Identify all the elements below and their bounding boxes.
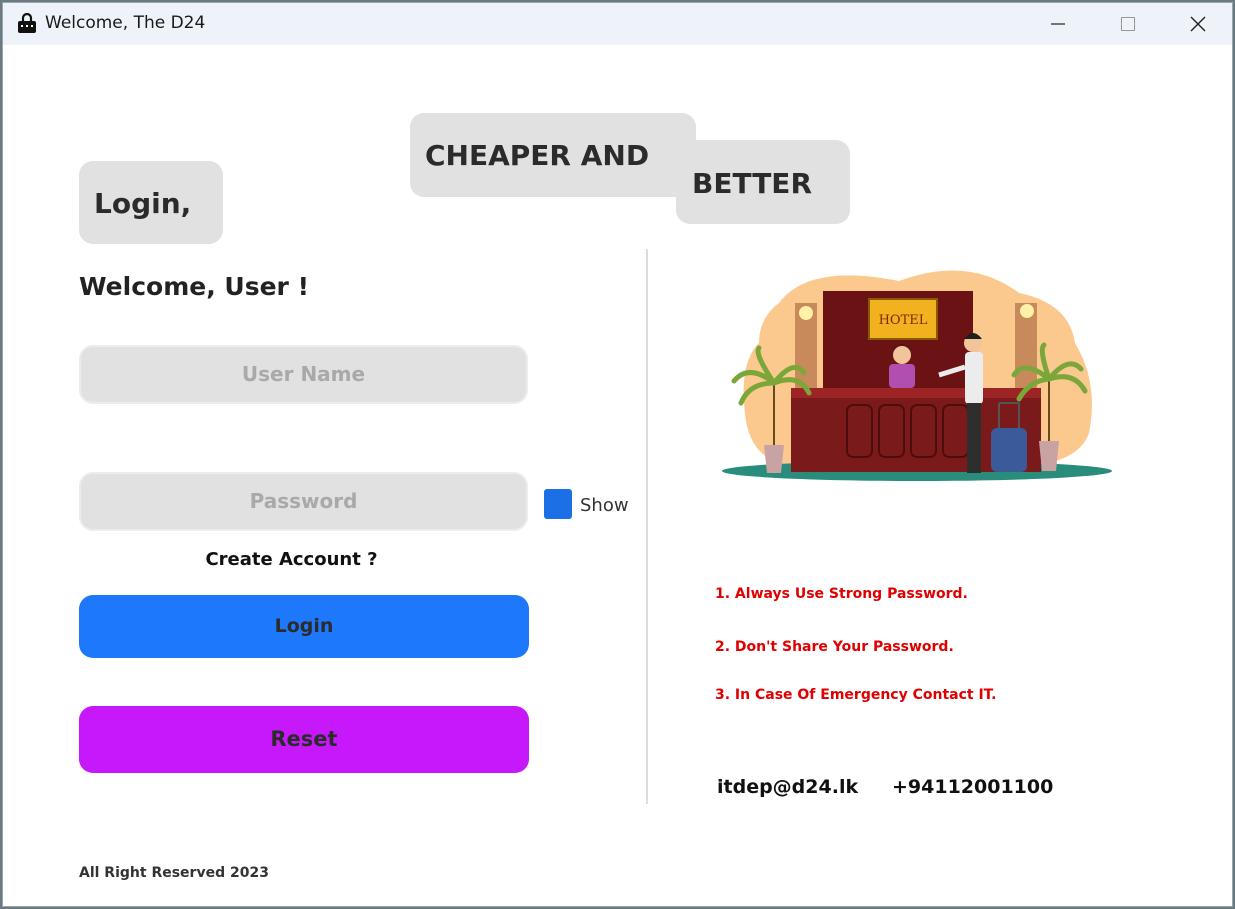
copyright-footer: All Right Reserved 2023	[79, 865, 269, 881]
contact-email: itdep@d24.lk	[717, 776, 859, 798]
hotel-reception-illustration: HOTEL	[719, 263, 1115, 485]
login-button[interactable]: Login	[79, 595, 529, 658]
vertical-divider	[646, 249, 648, 804]
show-password-checkbox[interactable]	[544, 489, 572, 519]
tip-item: 3. In Case Of Emergency Contact IT.	[715, 687, 997, 703]
tip-item: 2. Don't Share Your Password.	[715, 639, 954, 655]
contact-phone: +94112001100	[892, 776, 1054, 798]
show-password-label[interactable]: Show	[580, 495, 629, 516]
minimize-icon	[1051, 23, 1065, 25]
close-button[interactable]	[1163, 3, 1232, 45]
reset-button[interactable]: Reset	[79, 706, 529, 773]
create-account-link[interactable]: Create Account ?	[79, 549, 504, 570]
window-title: Welcome, The D24	[45, 13, 206, 33]
close-icon	[1190, 16, 1206, 32]
minimize-button[interactable]	[1023, 3, 1093, 45]
title-bar: Welcome, The D24	[3, 3, 1232, 45]
lock-briefcase-icon	[17, 12, 37, 34]
maximize-button[interactable]	[1093, 3, 1163, 45]
app-window: Welcome, The D24 Login, CHEAPER AND BETT…	[2, 2, 1233, 907]
login-heading: Login,	[79, 161, 223, 244]
tip-item: 1. Always Use Strong Password.	[715, 586, 968, 602]
slogan-cheaper: CHEAPER AND	[410, 113, 696, 197]
hotel-sign-text: HOTEL	[879, 313, 928, 328]
maximize-icon	[1121, 17, 1135, 31]
slogan-better: BETTER	[676, 140, 850, 224]
password-input[interactable]: Password	[79, 472, 528, 531]
welcome-heading: Welcome, User !	[79, 272, 309, 301]
username-input[interactable]: User Name	[79, 345, 528, 404]
